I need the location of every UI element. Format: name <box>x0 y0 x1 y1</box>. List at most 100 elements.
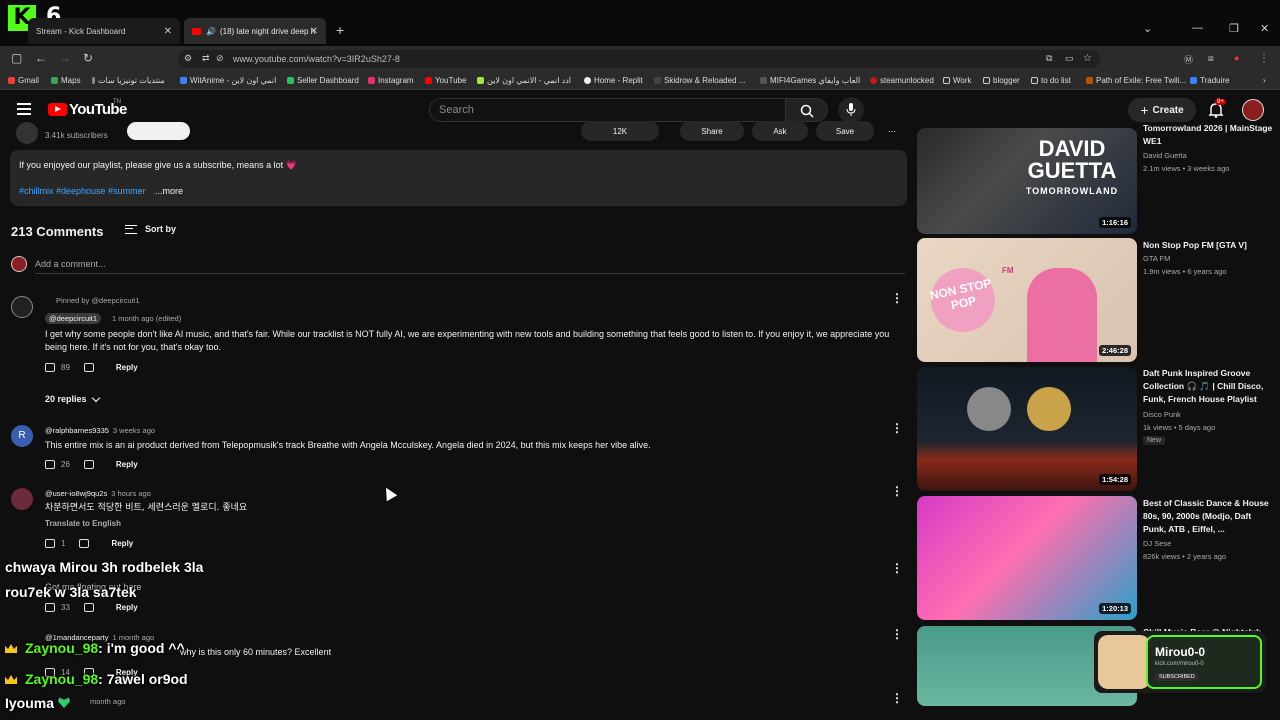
url-text[interactable]: www.youtube.com/watch?v=3IR2uSh27-8 <box>233 54 400 64</box>
bookmark-instagram[interactable]: Instagram <box>368 76 414 85</box>
youtube-logo-icon[interactable] <box>48 103 67 116</box>
search-input[interactable] <box>429 98 786 122</box>
bookmark-seller[interactable]: Seller Dashboard <box>287 76 359 85</box>
comment-menu-icon[interactable]: ⋮ <box>891 422 903 434</box>
close-icon[interactable]: ✕ <box>164 26 172 37</box>
like-icon[interactable] <box>45 539 55 548</box>
reply-button[interactable]: Reply <box>116 603 138 612</box>
extension-red-icon[interactable]: ● <box>1234 53 1239 63</box>
bookmark-maps[interactable]: Maps <box>51 76 81 85</box>
dislike-icon[interactable] <box>83 603 94 612</box>
new-tab-button[interactable]: + <box>336 22 344 38</box>
dislike-button[interactable] <box>642 121 672 141</box>
description-box[interactable] <box>10 150 907 206</box>
rec-title[interactable]: Tomorrowland 2026 | MainStage WE1 <box>1143 122 1273 148</box>
comment-author-chip[interactable]: @deepcircuit1 <box>45 313 102 324</box>
no-tracking-icon[interactable]: ⊘ <box>216 53 224 64</box>
restore-icon[interactable]: ❐ <box>1229 22 1239 35</box>
bookmark-traduire[interactable]: Traduire <box>1190 76 1230 85</box>
bookmark-folder-work[interactable]: Work <box>943 76 972 85</box>
sort-by-button[interactable]: Sort by <box>125 224 176 234</box>
save-button[interactable]: Save <box>816 121 874 141</box>
dislike-icon[interactable] <box>79 539 90 548</box>
profile-m-icon[interactable]: Ⓜ <box>1184 53 1193 66</box>
bookmark-anime[interactable]: ادد انمي - الانمي اون لاين <box>477 76 571 85</box>
comment-author[interactable]: @ralphbarnes9335 3 weeks ago <box>45 426 155 435</box>
bookmark-poe[interactable]: Path of Exile: Free Twili... <box>1086 76 1186 85</box>
tab-search-icon[interactable]: ⌄ <box>1143 22 1152 35</box>
tab-youtube[interactable]: 🔊 (18) late night drive deep h ✕ <box>184 18 326 44</box>
comment-avatar[interactable] <box>11 296 33 318</box>
voice-search-button[interactable] <box>838 97 864 123</box>
bookmark-star-icon[interactable]: ☆ <box>1083 53 1092 64</box>
bookmark-tunisiasat[interactable]: منتديات تونيزيا سات <box>92 76 165 85</box>
comment-menu-icon[interactable]: ⋮ <box>891 692 903 704</box>
reply-button[interactable]: Reply <box>111 539 133 548</box>
site-info-icon[interactable]: ⚙ <box>184 53 192 64</box>
description-more-link[interactable]: ...more <box>155 186 183 196</box>
like-icon[interactable] <box>45 363 55 372</box>
sidebar-icon[interactable]: ▢ <box>11 51 22 65</box>
dislike-icon[interactable] <box>83 363 94 372</box>
bookmark-gmail[interactable]: Gmail <box>8 76 39 85</box>
comment-menu-icon[interactable]: ⋮ <box>891 292 903 304</box>
subscribe-button[interactable] <box>127 122 190 140</box>
reply-button[interactable]: Reply <box>116 460 138 469</box>
bookmark-skidrow[interactable]: Skidrow & Reloaded ... <box>654 76 745 85</box>
like-icon[interactable] <box>45 460 55 469</box>
more-bookmarks-icon[interactable]: › <box>1263 76 1266 85</box>
translate-link[interactable]: Translate to English <box>45 519 121 528</box>
bookmark-folder-blogger[interactable]: blogger <box>983 76 1020 85</box>
rec-channel[interactable]: Disco Punk <box>1143 410 1181 419</box>
rec-channel[interactable]: David Guetta <box>1143 151 1187 160</box>
close-icon[interactable]: ✕ <box>310 26 318 37</box>
dislike-icon[interactable] <box>83 460 94 469</box>
hamburger-menu-icon[interactable] <box>17 103 31 115</box>
comment-avatar[interactable]: R <box>11 425 33 447</box>
create-button[interactable]: + Create <box>1128 98 1196 122</box>
account-avatar[interactable] <box>1242 99 1264 121</box>
rec-channel[interactable]: GTA FM <box>1143 254 1170 263</box>
subscribed-badge: SUBSCRIBED <box>1155 673 1199 681</box>
comment-menu-icon[interactable]: ⋮ <box>891 485 903 497</box>
channel-avatar[interactable] <box>16 122 38 144</box>
install-app-icon[interactable]: ⧉ <box>1046 53 1052 64</box>
rec-thumbnail[interactable]: 1:54:28 <box>917 367 1137 491</box>
rec-thumbnail[interactable]: DAVID GUETTA TOMORROWLAND 1:16:16 <box>917 128 1137 234</box>
comment-avatar[interactable] <box>11 488 33 510</box>
comment-menu-icon[interactable]: ⋮ <box>891 628 903 640</box>
cast-icon[interactable]: ▭ <box>1065 53 1074 64</box>
description-hashtags[interactable]: #chillmix #deephouse #summer <box>19 186 146 196</box>
tune-icon[interactable]: ⇄ <box>202 53 210 64</box>
back-icon[interactable]: ← <box>35 51 47 65</box>
share-button[interactable]: Share <box>680 121 744 141</box>
rec-thumbnail[interactable]: NON STOP POP FM 2:46:28 <box>917 238 1137 362</box>
rec-thumbnail[interactable]: 1:20:13 <box>917 496 1137 620</box>
rec-title[interactable]: Daft Punk Inspired Groove Collection 🎧 🎵… <box>1143 367 1273 406</box>
bookmark-steamunlocked[interactable]: steamunlocked <box>870 76 934 85</box>
bookmark-youtube[interactable]: YouTube <box>425 76 466 85</box>
minimize-icon[interactable]: — <box>1192 22 1203 34</box>
bookmark-mifi4games[interactable]: MIFI4Games العاب وايفاي <box>760 76 860 85</box>
reply-button[interactable]: Reply <box>116 363 138 372</box>
search-button[interactable] <box>786 98 828 122</box>
ask-button[interactable]: Ask <box>752 121 808 141</box>
rec-channel[interactable]: DJ Sese <box>1143 539 1171 548</box>
bookmark-replit[interactable]: Home - Replit <box>584 76 643 85</box>
add-comment-input[interactable]: Add a comment... <box>35 259 106 269</box>
forward-icon[interactable]: → <box>59 51 71 65</box>
comment-menu-icon[interactable]: ⋮ <box>891 562 903 574</box>
menu-icon[interactable]: ⋮ <box>1259 53 1269 64</box>
bookmark-folder-todo[interactable]: to do list <box>1031 76 1071 85</box>
extensions-icon[interactable]: ⧈ <box>1208 53 1214 64</box>
view-replies-button[interactable]: 20 replies <box>45 393 100 404</box>
comment-author[interactable]: @user-io8wj9qu2s 3 hours ago <box>45 489 151 498</box>
tab-kick-dashboard[interactable]: Stream - Kick Dashboard ✕ <box>28 18 180 44</box>
reload-icon[interactable]: ↻ <box>83 51 93 65</box>
like-icon[interactable] <box>45 603 55 612</box>
rec-title[interactable]: Best of Classic Dance & House 80s, 90, 2… <box>1143 497 1273 536</box>
bookmark-witanime[interactable]: WitAnime - انمي اون لاين <box>180 76 276 85</box>
rec-title[interactable]: Non Stop Pop FM [GTA V] <box>1143 239 1273 252</box>
close-window-icon[interactable]: ✕ <box>1260 22 1269 35</box>
more-actions-icon[interactable]: ⋯ <box>880 121 904 141</box>
